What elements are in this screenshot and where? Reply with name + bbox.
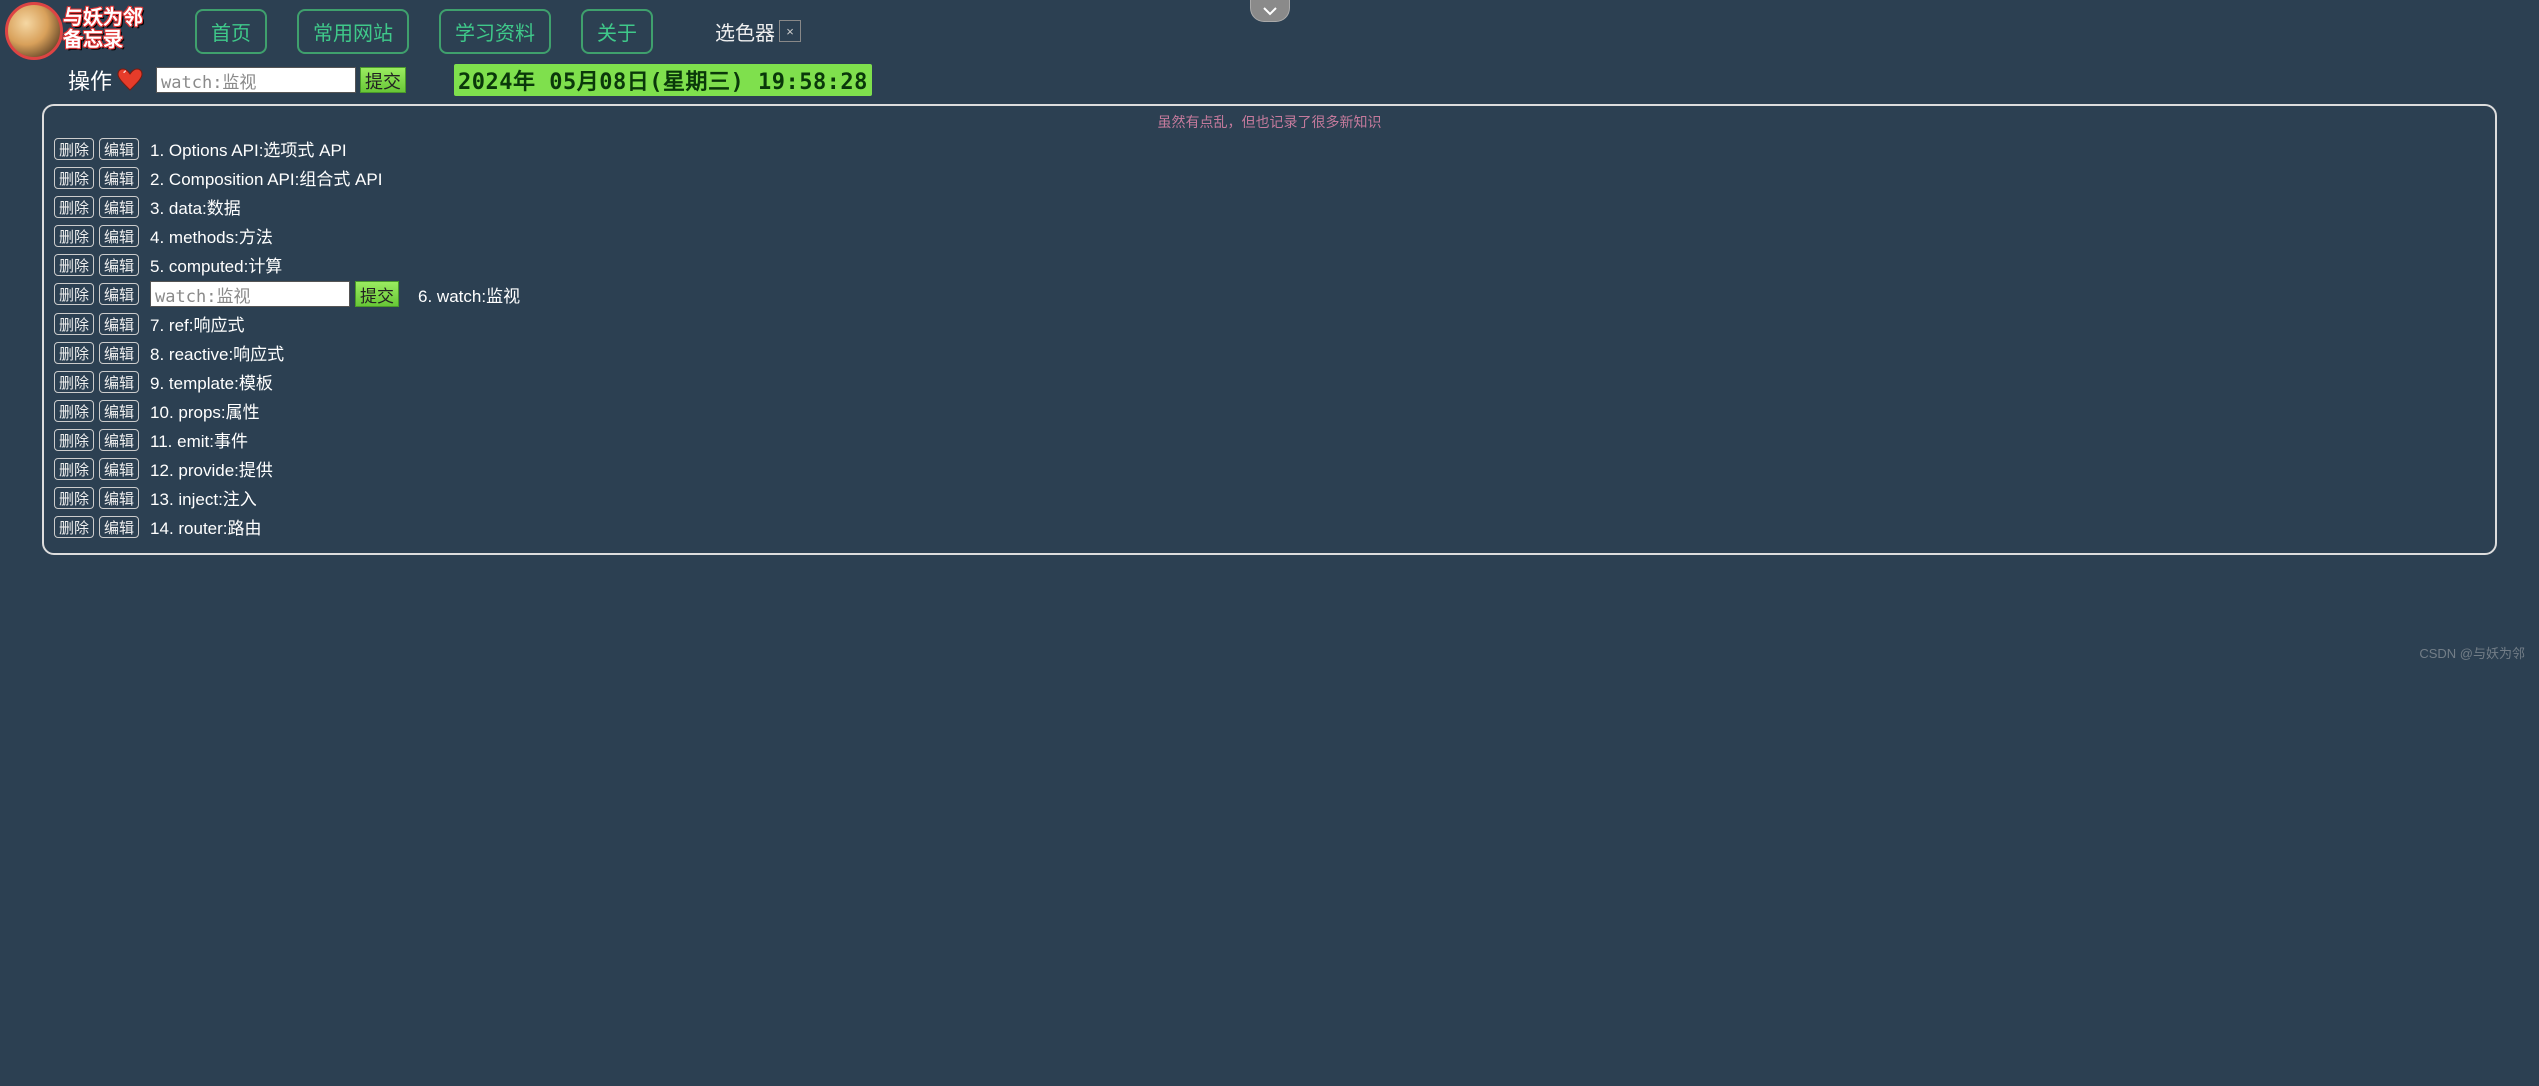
delete-button[interactable]: 删除 [54, 487, 94, 509]
item-text: 13. inject:注入 [150, 485, 257, 510]
item-text: 6. watch:监视 [418, 282, 520, 307]
avatar [5, 2, 63, 60]
operation-label: 操作 [68, 64, 112, 96]
edit-button[interactable]: 编辑 [99, 225, 139, 247]
item-text: 3. data:数据 [150, 194, 241, 219]
delete-button[interactable]: 删除 [54, 458, 94, 480]
edit-button[interactable]: 编辑 [99, 313, 139, 335]
nav-sites[interactable]: 常用网站 [297, 9, 409, 54]
list-item: 删除编辑 提交 6. watch:监视 [54, 281, 2485, 307]
delete-button[interactable]: 删除 [54, 138, 94, 160]
item-text: 1. Options API:选项式 API [150, 136, 347, 161]
nav: 首页 常用网站 学习资料 关于 选色器 × [195, 9, 801, 54]
main-input[interactable] [156, 67, 356, 93]
nav-home[interactable]: 首页 [195, 9, 267, 54]
delete-button[interactable]: 删除 [54, 225, 94, 247]
delete-button[interactable]: 删除 [54, 400, 94, 422]
edit-button[interactable]: 编辑 [99, 167, 139, 189]
delete-button[interactable]: 删除 [54, 516, 94, 538]
top-expand-handle[interactable] [1250, 0, 1290, 22]
item-text: 9. template:模板 [150, 369, 273, 394]
nav-study[interactable]: 学习资料 [439, 9, 551, 54]
delete-button[interactable]: 删除 [54, 283, 94, 305]
list-item: 删除编辑 5. computed:计算 [54, 252, 2485, 277]
list-item: 删除编辑 11. emit:事件 [54, 427, 2485, 452]
edit-button[interactable]: 编辑 [99, 516, 139, 538]
edit-button[interactable]: 编辑 [99, 196, 139, 218]
chevron-down-icon [1263, 6, 1277, 16]
edit-button[interactable]: 编辑 [99, 487, 139, 509]
delete-button[interactable]: 删除 [54, 313, 94, 335]
edit-button[interactable]: 编辑 [99, 283, 139, 305]
logo-line2: 备忘录 [63, 29, 143, 51]
list-item: 删除编辑 4. methods:方法 [54, 223, 2485, 248]
color-picker: 选色器 × [715, 17, 801, 46]
edit-button[interactable]: 编辑 [99, 458, 139, 480]
edit-button[interactable]: 编辑 [99, 371, 139, 393]
delete-button[interactable]: 删除 [54, 342, 94, 364]
color-picker-label: 选色器 [715, 17, 775, 46]
main-submit-button[interactable]: 提交 [360, 67, 406, 93]
edit-input[interactable] [150, 281, 350, 307]
logo-text: 与妖为邻 备忘录 [63, 7, 143, 51]
edit-button[interactable]: 编辑 [99, 429, 139, 451]
item-text: 14. router:路由 [150, 514, 262, 539]
list-item: 删除编辑 2. Composition API:组合式 API [54, 165, 2485, 190]
logo: 与妖为邻 备忘录 [5, 1, 155, 61]
list-item: 删除编辑 13. inject:注入 [54, 485, 2485, 510]
color-picker-close[interactable]: × [779, 20, 801, 42]
action-row: 操作 提交 2024年 05月08日(星期三) 19:58:28 [0, 64, 2539, 96]
list-item: 删除编辑 14. router:路由 [54, 514, 2485, 539]
item-text: 10. props:属性 [150, 398, 260, 423]
delete-button[interactable]: 删除 [54, 167, 94, 189]
delete-button[interactable]: 删除 [54, 429, 94, 451]
list-panel: 虽然有点乱，但也记录了很多新知识 删除编辑1. Options API:选项式 … [42, 104, 2497, 555]
list-item: 删除编辑 7. ref:响应式 [54, 311, 2485, 336]
edit-button[interactable]: 编辑 [99, 342, 139, 364]
item-text: 12. provide:提供 [150, 456, 273, 481]
delete-button[interactable]: 删除 [54, 254, 94, 276]
list-item: 删除编辑 3. data:数据 [54, 194, 2485, 219]
heart-icon [116, 68, 144, 92]
watermark: CSDN @与妖为邻 [2419, 643, 2525, 662]
list-item: 删除编辑 12. provide:提供 [54, 456, 2485, 481]
list-item: 删除编辑 1. Options API:选项式 API [54, 136, 2485, 161]
logo-line1: 与妖为邻 [63, 7, 143, 29]
item-text: 7. ref:响应式 [150, 311, 244, 336]
inline-submit-button[interactable]: 提交 [355, 281, 399, 307]
list-item: 删除编辑 10. props:属性 [54, 398, 2485, 423]
nav-about[interactable]: 关于 [581, 9, 653, 54]
clock: 2024年 05月08日(星期三) 19:58:28 [454, 64, 872, 96]
item-text: 2. Composition API:组合式 API [150, 165, 382, 190]
item-text: 8. reactive:响应式 [150, 340, 284, 365]
edit-button[interactable]: 编辑 [99, 138, 139, 160]
item-text: 4. methods:方法 [150, 223, 273, 248]
panel-note: 虽然有点乱，但也记录了很多新知识 [54, 112, 2485, 132]
item-text: 11. emit:事件 [150, 427, 248, 452]
edit-button[interactable]: 编辑 [99, 400, 139, 422]
delete-button[interactable]: 删除 [54, 196, 94, 218]
list-container: 删除编辑1. Options API:选项式 API删除编辑2. Composi… [54, 136, 2485, 539]
item-text: 5. computed:计算 [150, 252, 282, 277]
edit-button[interactable]: 编辑 [99, 254, 139, 276]
list-item: 删除编辑 8. reactive:响应式 [54, 340, 2485, 365]
list-item: 删除编辑 9. template:模板 [54, 369, 2485, 394]
delete-button[interactable]: 删除 [54, 371, 94, 393]
